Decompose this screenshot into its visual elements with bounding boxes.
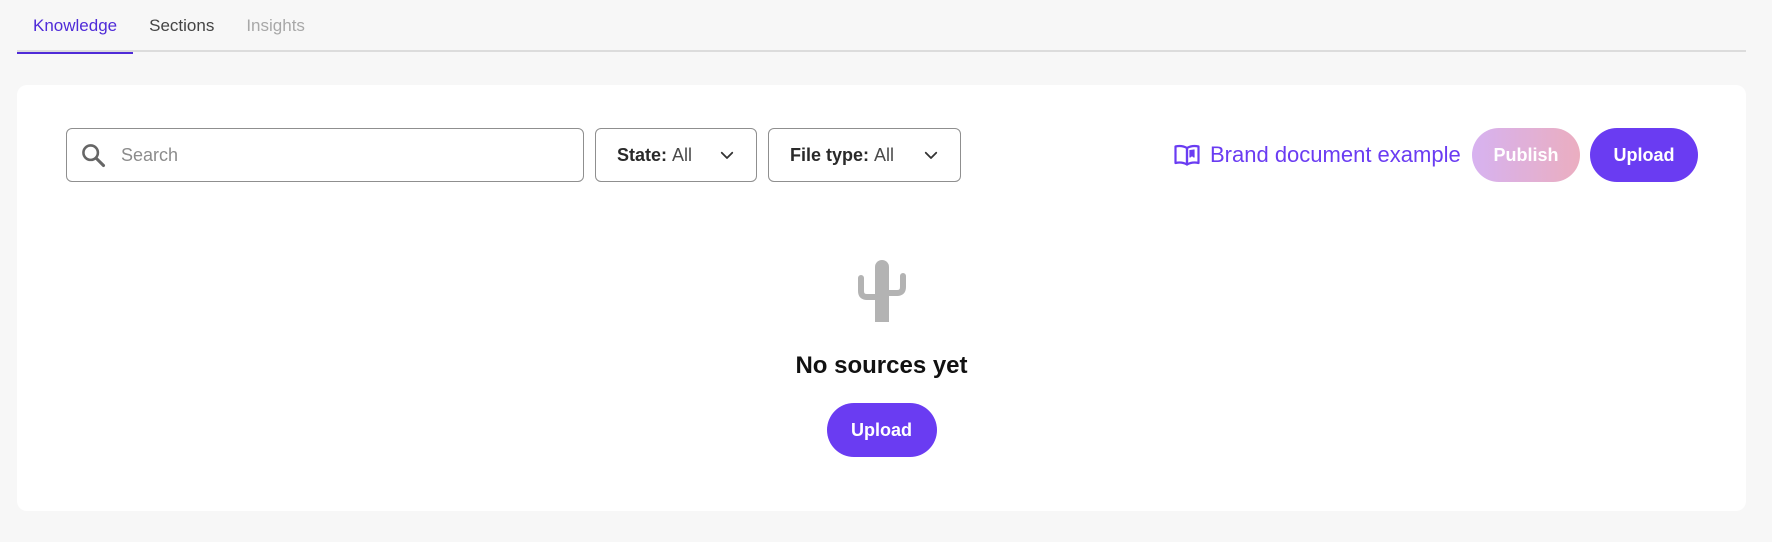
state-filter-label: State: [617, 144, 668, 165]
chevron-down-icon [720, 151, 734, 159]
state-filter-value: All [672, 144, 693, 165]
chevron-down-icon [924, 151, 938, 159]
search-input[interactable] [121, 144, 561, 166]
brand-document-example-label: Brand document example [1210, 142, 1461, 167]
state-filter-dropdown[interactable]: State: All [595, 128, 757, 182]
tab-insights: Insights [246, 16, 305, 35]
publish-button[interactable]: Publish [1472, 128, 1580, 182]
upload-button[interactable]: Upload [1590, 128, 1698, 182]
tab-knowledge[interactable]: Knowledge [17, 0, 134, 54]
brand-document-example-link[interactable]: Brand document example [1173, 139, 1461, 171]
search-icon [82, 144, 106, 168]
empty-state: No sources yet Upload [17, 260, 1746, 457]
tab-sections[interactable]: Sections [133, 0, 230, 52]
file-type-filter-dropdown[interactable]: File type: All [768, 128, 961, 182]
file-type-filter-label: File type: [790, 144, 870, 165]
cactus-icon [857, 260, 906, 322]
search-field[interactable] [66, 128, 584, 182]
file-type-filter-value: All [874, 144, 895, 165]
tab-bar: Knowledge Sections Insights [17, 0, 1746, 54]
open-book-icon [1174, 144, 1200, 166]
empty-state-upload-button[interactable]: Upload [826, 403, 937, 457]
knowledge-panel: State: All File type: All Brand document… [17, 85, 1746, 511]
empty-state-title: No sources yet [795, 352, 968, 379]
